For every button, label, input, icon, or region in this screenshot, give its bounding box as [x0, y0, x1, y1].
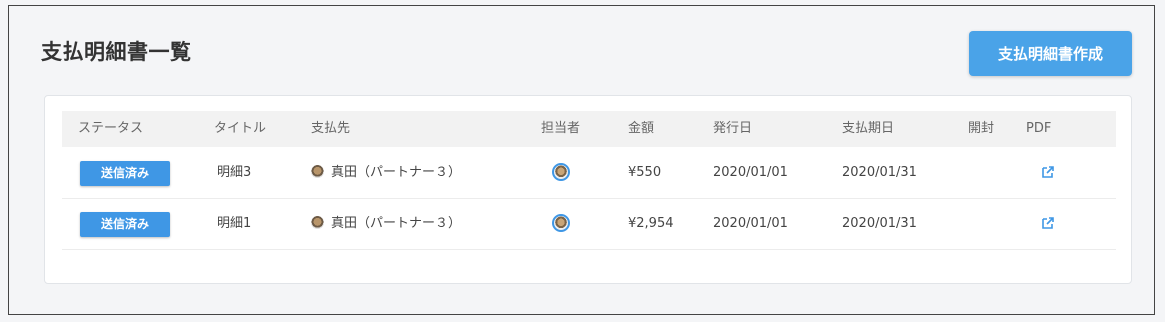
row-issue-date: 2020/01/01 [713, 165, 788, 180]
create-payment-statement-button[interactable]: 支払明細書作成 [969, 31, 1132, 76]
status-badge: 送信済み [80, 161, 170, 186]
row-title[interactable]: 明細3 [217, 148, 251, 198]
row-amount: ¥2,954 [628, 216, 674, 231]
owner-avatar [552, 163, 570, 181]
page-title: 支払明細書一覧 [41, 40, 192, 64]
column-header-due-date[interactable]: 支払期日 [842, 111, 894, 147]
row-amount: ¥550 [628, 165, 662, 180]
table-header: ステータス タイトル 支払先 担当者 金額 発行日 支払期日 開封 PDF [62, 111, 1116, 147]
row-payee-name: 真田（パートナー３） [331, 216, 462, 231]
status-badge: 送信済み [80, 212, 170, 237]
column-header-payee[interactable]: 支払先 [311, 111, 350, 147]
column-header-opened[interactable]: 開封 [968, 111, 994, 147]
column-header-amount[interactable]: 金額 [628, 111, 654, 147]
row-payee: 真田（パートナー３） [311, 148, 461, 198]
row-due-date: 2020/01/31 [842, 165, 917, 180]
table-row[interactable]: 送信済み 明細3 真田（パートナー３） ¥550 2020/01/01 2020… [62, 148, 1116, 199]
table-row[interactable]: 送信済み 明細1 真田（パートナー３） ¥2,954 2020/01/01 20… [62, 199, 1116, 250]
payee-avatar [311, 216, 324, 229]
row-due-date: 2020/01/31 [842, 216, 917, 231]
row-payee-name: 真田（パートナー３） [331, 165, 462, 180]
owner-avatar [552, 214, 570, 232]
column-header-pdf: PDF [1026, 121, 1052, 136]
row-issue-date: 2020/01/01 [713, 216, 788, 231]
column-header-title[interactable]: タイトル [214, 111, 266, 147]
page-frame: 支払明細書一覧 支払明細書作成 ステータス タイトル 支払先 担当者 金額 発行… [8, 5, 1155, 315]
column-header-issue-date[interactable]: 発行日 [713, 111, 752, 147]
row-payee: 真田（パートナー３） [311, 199, 461, 249]
column-header-status[interactable]: ステータス [78, 111, 143, 147]
payee-avatar [311, 165, 324, 178]
column-header-owner[interactable]: 担当者 [541, 111, 580, 147]
statement-list-card: ステータス タイトル 支払先 担当者 金額 発行日 支払期日 開封 PDF 送信… [44, 95, 1132, 284]
external-link-icon[interactable] [1041, 216, 1055, 230]
row-title[interactable]: 明細1 [217, 199, 251, 249]
external-link-icon[interactable] [1041, 165, 1055, 179]
